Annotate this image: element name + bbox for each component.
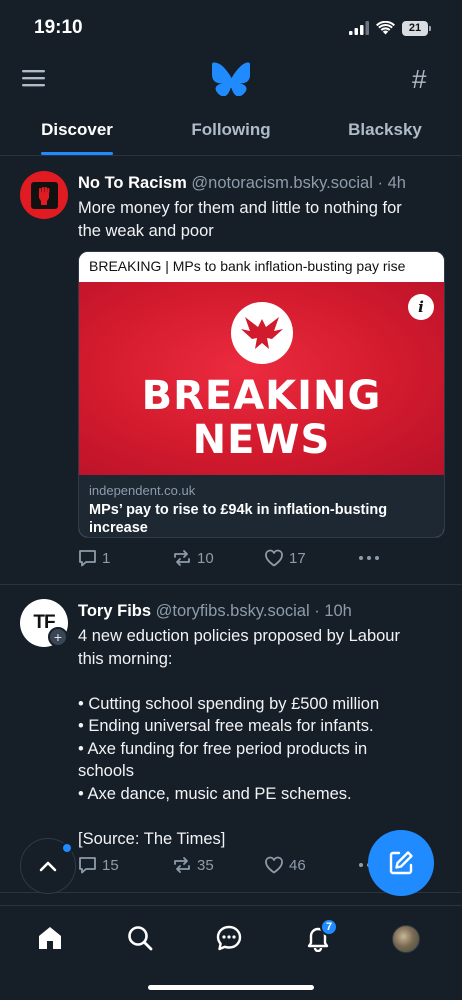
tab-label: Discover bbox=[41, 119, 113, 139]
post-actions: 1 10 17 bbox=[78, 549, 388, 571]
status-bar: 19:10 21 bbox=[0, 0, 462, 56]
post-time: · 4h bbox=[377, 174, 406, 192]
post-text-line: 4 new eduction policies proposed by Labo… bbox=[78, 627, 400, 645]
repost-count: 10 bbox=[197, 549, 214, 567]
reply-icon bbox=[79, 857, 96, 874]
new-posts-indicator bbox=[61, 842, 73, 854]
nav-messages[interactable] bbox=[215, 924, 243, 957]
post-text-line: • Axe dance, music and PE schemes. bbox=[78, 784, 352, 803]
like-count: 46 bbox=[289, 856, 306, 874]
more-options-button[interactable] bbox=[358, 549, 380, 567]
more-icon bbox=[359, 556, 379, 560]
follow-plus-icon[interactable]: + bbox=[48, 627, 68, 647]
like-button[interactable]: 17 bbox=[264, 549, 306, 567]
like-button[interactable]: 46 bbox=[264, 856, 306, 874]
repost-button[interactable]: 35 bbox=[172, 856, 214, 874]
avatar-inner bbox=[30, 181, 58, 209]
post-header: No To Racism @notoracism.bsky.social · 4… bbox=[78, 174, 406, 193]
author-handle[interactable]: @toryfibs.bsky.social bbox=[156, 602, 310, 620]
hashtag-feeds-icon[interactable]: # bbox=[412, 64, 426, 95]
author-name[interactable]: Tory Fibs bbox=[78, 602, 151, 620]
avatar[interactable] bbox=[20, 171, 68, 219]
post-text-line: this morning: bbox=[78, 649, 173, 668]
signal-icon bbox=[349, 21, 369, 35]
compose-button[interactable] bbox=[368, 830, 434, 896]
author-name[interactable]: No To Racism bbox=[78, 174, 187, 192]
post-text-line: the weak and poor bbox=[78, 221, 214, 240]
post-text-line bbox=[78, 805, 448, 828]
battery-icon: 21 bbox=[402, 20, 431, 36]
compose-icon bbox=[389, 851, 413, 875]
eagle-icon bbox=[240, 317, 283, 349]
post-text-line: • Axe funding for free period products i… bbox=[78, 739, 368, 758]
feed-tabs: Discover Following Blacksky bbox=[0, 104, 462, 156]
tab-following[interactable]: Following bbox=[154, 104, 308, 155]
profile-avatar bbox=[392, 925, 420, 953]
home-indicator bbox=[148, 985, 314, 990]
post-text-line: schools bbox=[78, 762, 134, 780]
post-text: 4 new eduction policies proposed by Labo… bbox=[78, 625, 448, 850]
status-icons: 21 bbox=[349, 20, 431, 36]
raised-fist-icon bbox=[39, 187, 50, 205]
repost-count: 35 bbox=[197, 856, 214, 874]
top-bar: # bbox=[0, 56, 462, 102]
reply-count: 15 bbox=[102, 856, 119, 874]
reply-icon bbox=[79, 550, 96, 567]
battery-level: 21 bbox=[408, 22, 422, 34]
like-count: 17 bbox=[289, 549, 306, 567]
card-footer: independent.co.uk MPs’ pay to rise to £9… bbox=[79, 475, 444, 537]
eagle-logo-icon bbox=[230, 302, 293, 364]
search-icon bbox=[128, 926, 153, 951]
card-title: BREAKING | MPs to bank inflation-busting… bbox=[79, 252, 444, 282]
post-time: · 10h bbox=[314, 602, 352, 620]
repost-icon bbox=[174, 857, 190, 873]
card-headline: MPs’ pay to rise to £94k in inflation-bu… bbox=[89, 502, 388, 536]
reply-button[interactable]: 15 bbox=[78, 856, 119, 874]
card-image-word: NEWS bbox=[192, 417, 331, 463]
chat-icon bbox=[216, 925, 242, 951]
butterfly-logo-icon[interactable] bbox=[212, 62, 250, 96]
nav-search[interactable] bbox=[126, 924, 154, 957]
tab-blacksky[interactable]: Blacksky bbox=[308, 104, 462, 155]
info-icon[interactable]: i bbox=[408, 294, 434, 320]
tab-discover[interactable]: Discover bbox=[0, 104, 154, 155]
card-domain: independent.co.uk bbox=[89, 483, 196, 498]
post-text: More money for them and little to nothin… bbox=[78, 197, 448, 242]
post-text-line: More money for them and little to nothin… bbox=[78, 199, 402, 217]
repost-icon bbox=[174, 550, 190, 566]
card-image-word: BREAKING bbox=[141, 373, 382, 419]
post-text-line: • Ending universal free meals for infant… bbox=[78, 717, 374, 735]
post-item[interactable]: No To Racism @notoracism.bsky.social · 4… bbox=[0, 157, 462, 585]
reply-count: 1 bbox=[102, 549, 111, 567]
home-icon bbox=[39, 927, 61, 949]
tab-label: Blacksky bbox=[348, 119, 422, 139]
repost-button[interactable]: 10 bbox=[172, 549, 214, 567]
heart-icon bbox=[265, 549, 283, 567]
tab-label: Following bbox=[191, 119, 271, 139]
wifi-icon bbox=[376, 21, 395, 35]
reply-button[interactable]: 1 bbox=[78, 549, 110, 567]
post-text-line bbox=[78, 670, 448, 693]
heart-icon bbox=[265, 856, 283, 874]
post-actions: 15 35 46 bbox=[78, 856, 388, 878]
chevron-up-icon bbox=[39, 861, 57, 872]
link-card[interactable]: BREAKING | MPs to bank inflation-busting… bbox=[78, 251, 445, 538]
status-time: 19:10 bbox=[34, 17, 83, 38]
card-image: BREAKING NEWS i bbox=[79, 282, 444, 475]
notification-badge: 7 bbox=[320, 918, 338, 936]
post-header: Tory Fibs @toryfibs.bsky.social · 10h bbox=[78, 602, 352, 621]
post-text-line: • Cutting school spending by £500 millio… bbox=[78, 694, 380, 713]
menu-icon[interactable] bbox=[22, 68, 46, 88]
nav-home[interactable] bbox=[36, 924, 64, 957]
nav-profile[interactable] bbox=[392, 925, 420, 953]
nav-notifications[interactable]: 7 bbox=[304, 918, 338, 957]
author-handle[interactable]: @notoracism.bsky.social bbox=[191, 174, 373, 192]
